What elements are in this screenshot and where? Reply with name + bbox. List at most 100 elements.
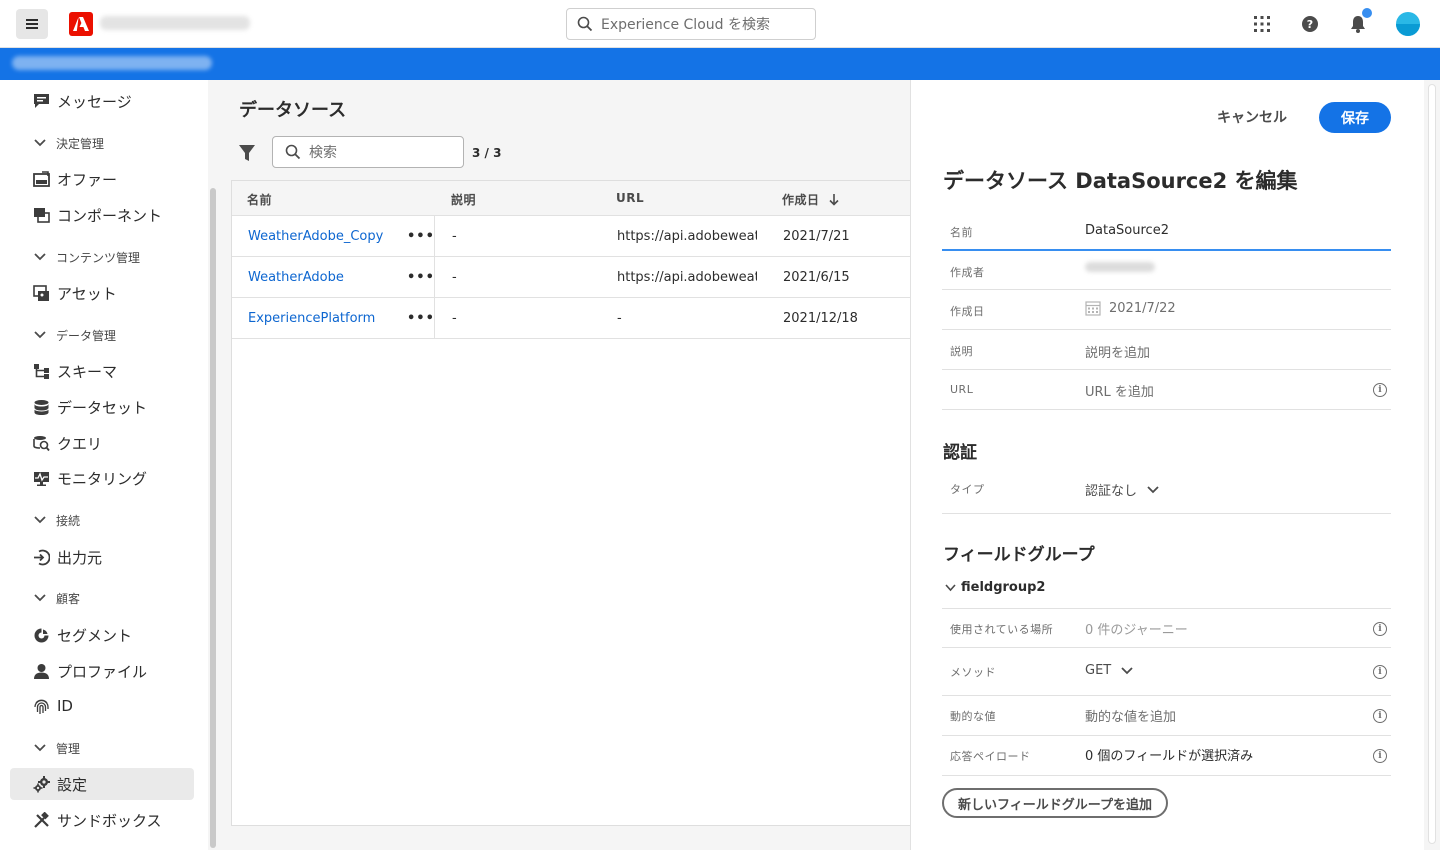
url-placeholder[interactable]: URL を追加 xyxy=(1085,381,1154,400)
calendar-icon xyxy=(1085,301,1101,316)
table-row[interactable]: WeatherAdobe_Copy ••• - https://api.adob… xyxy=(232,215,911,257)
nav-item-assets[interactable]: アセット xyxy=(10,277,194,309)
column-header-description[interactable]: 説明 xyxy=(451,191,476,208)
svg-text:?: ? xyxy=(1307,18,1313,31)
nav-item-sources[interactable]: 出力元 xyxy=(10,541,194,573)
chevron-down-icon xyxy=(1121,666,1133,674)
data-source-name-link[interactable]: WeatherAdobe_Copy xyxy=(248,229,383,244)
chevron-down-icon xyxy=(34,250,46,264)
nav-item-settings[interactable]: 設定 xyxy=(10,768,194,800)
more-actions-button[interactable]: ••• xyxy=(407,311,435,326)
chevron-down-icon xyxy=(34,513,46,527)
table-rows-end-divider xyxy=(232,338,911,339)
response-payload-value[interactable]: 0 個のフィールドが選択済み xyxy=(1085,745,1253,764)
user-avatar[interactable] xyxy=(1396,12,1420,36)
result-count: 3 / 3 xyxy=(472,146,502,160)
global-search-placeholder: Experience Cloud を検索 xyxy=(601,17,770,33)
method-label: メソッド xyxy=(950,666,996,679)
nav-item-identities[interactable]: ID xyxy=(10,690,194,722)
nav-item-sandboxes[interactable]: サンドボックス xyxy=(10,804,194,836)
dynamic-values-placeholder[interactable]: 動的な値を追加 xyxy=(1085,706,1176,725)
nav-item-schemas[interactable]: スキーマ xyxy=(10,355,194,387)
nav-item-offers[interactable]: オファー xyxy=(10,163,194,195)
nav-item-profiles[interactable]: プロファイル xyxy=(10,655,194,687)
name-field[interactable]: 名前 DataSource2 xyxy=(942,210,1391,251)
method-dropdown[interactable]: GET xyxy=(1085,663,1133,678)
sandbox-name-redacted[interactable] xyxy=(12,56,212,70)
info-icon[interactable]: i xyxy=(1373,383,1387,397)
notifications-bell-icon[interactable] xyxy=(1348,8,1372,34)
nav-section-decision-management[interactable]: 決定管理 xyxy=(34,133,104,153)
nav-item-components[interactable]: コンポーネント xyxy=(10,199,194,231)
nav-item-messages[interactable]: メッセージ xyxy=(10,85,194,117)
list-search-input[interactable]: 検索 xyxy=(272,136,464,168)
segment-icon xyxy=(32,626,50,644)
nav-item-segments[interactable]: セグメント xyxy=(10,619,194,651)
method-field[interactable]: メソッド GET i xyxy=(942,648,1391,696)
fingerprint-icon xyxy=(32,697,50,715)
more-actions-button[interactable]: ••• xyxy=(407,270,435,285)
apps-grid-icon[interactable] xyxy=(1252,14,1272,34)
nav-section-data-management[interactable]: データ管理 xyxy=(34,325,116,345)
nav-item-queries[interactable]: クエリ xyxy=(10,427,194,459)
menu-toggle-button[interactable] xyxy=(16,9,48,39)
sidebar-scrollbar-thumb[interactable] xyxy=(210,188,216,848)
left-nav: メッセージ 決定管理 オファー コンポーネント コンテンツ管理 アセット データ… xyxy=(0,80,206,850)
nav-section-label: 管理 xyxy=(56,741,81,756)
sources-icon xyxy=(32,548,50,566)
column-header-created[interactable]: 作成日 xyxy=(782,191,820,208)
column-header-name[interactable]: 名前 xyxy=(247,191,272,208)
table-row[interactable]: ExperiencePlatform ••• - - 2021/12/18 xyxy=(232,297,911,339)
url-field[interactable]: URL URL を追加 i xyxy=(942,370,1391,410)
table-row[interactable]: WeatherAdobe ••• - https://api.adobeweat… xyxy=(232,256,911,298)
info-icon[interactable]: i xyxy=(1373,709,1387,723)
save-button[interactable]: 保存 xyxy=(1319,102,1391,133)
nav-item-label: データセット xyxy=(57,398,148,417)
nav-section-connections[interactable]: 接続 xyxy=(34,510,80,530)
row-created-date: 2021/7/21 xyxy=(783,229,850,244)
name-field-value[interactable]: DataSource2 xyxy=(1085,223,1169,238)
chevron-down-icon xyxy=(1147,485,1159,493)
sidebar-scrollbar[interactable] xyxy=(208,80,220,850)
data-source-name-link[interactable]: ExperiencePlatform xyxy=(248,311,375,326)
nav-item-label: アセット xyxy=(57,284,117,303)
global-search-input[interactable]: Experience Cloud を検索 xyxy=(566,8,816,40)
response-payload-field[interactable]: 応答ペイロード 0 個のフィールドが選択済み i xyxy=(942,736,1391,776)
info-icon[interactable]: i xyxy=(1373,665,1387,679)
nav-section-label: 決定管理 xyxy=(56,136,105,151)
panel-scrollbar[interactable] xyxy=(1424,80,1440,850)
auth-type-dropdown[interactable]: 認証なし xyxy=(1085,480,1159,499)
cancel-button[interactable]: キャンセル xyxy=(1217,107,1287,127)
chevron-down-icon xyxy=(34,136,46,150)
panel-scrollbar-thumb[interactable] xyxy=(1428,84,1436,844)
more-actions-button[interactable]: ••• xyxy=(407,229,435,244)
auth-type-field[interactable]: タイプ 認証なし xyxy=(942,468,1391,514)
nav-section-customers[interactable]: 顧客 xyxy=(34,588,80,608)
help-icon[interactable]: ? xyxy=(1300,14,1320,34)
nav-item-label: サンドボックス xyxy=(57,811,162,830)
description-placeholder[interactable]: 説明を追加 xyxy=(1085,342,1150,361)
nav-item-monitoring[interactable]: モニタリング xyxy=(10,462,194,494)
chevron-down-icon xyxy=(34,741,46,755)
sandbox-bar xyxy=(0,48,1440,80)
adobe-logo-icon[interactable] xyxy=(69,12,93,36)
add-field-group-button[interactable]: 新しいフィールドグループを追加 xyxy=(942,788,1168,818)
fieldgroup-name: fieldgroup2 xyxy=(961,580,1046,595)
data-sources-table: 名前 説明 URL 作成日 WeatherAdobe_Copy ••• - ht… xyxy=(231,180,911,826)
column-header-url[interactable]: URL xyxy=(616,191,644,205)
assets-icon xyxy=(32,284,50,302)
fieldgroup-toggle[interactable]: fieldgroup2 xyxy=(945,580,1045,595)
nav-section-administration[interactable]: 管理 xyxy=(34,738,80,758)
sort-descending-icon[interactable] xyxy=(829,191,839,210)
description-field[interactable]: 説明 説明を追加 xyxy=(942,330,1391,370)
data-source-name-link[interactable]: WeatherAdobe xyxy=(248,270,344,285)
hamburger-icon xyxy=(26,19,38,29)
info-icon[interactable]: i xyxy=(1373,749,1387,763)
nav-section-content-management[interactable]: コンテンツ管理 xyxy=(34,247,140,267)
filter-icon[interactable] xyxy=(238,144,256,162)
dynamic-values-field[interactable]: 動的な値 動的な値を追加 i xyxy=(942,696,1391,736)
nav-item-datasets[interactable]: データセット xyxy=(10,391,194,423)
info-icon[interactable]: i xyxy=(1373,622,1387,636)
used-in-value: 0 件のジャーニー xyxy=(1085,623,1188,638)
organization-name-redacted[interactable] xyxy=(100,16,250,30)
